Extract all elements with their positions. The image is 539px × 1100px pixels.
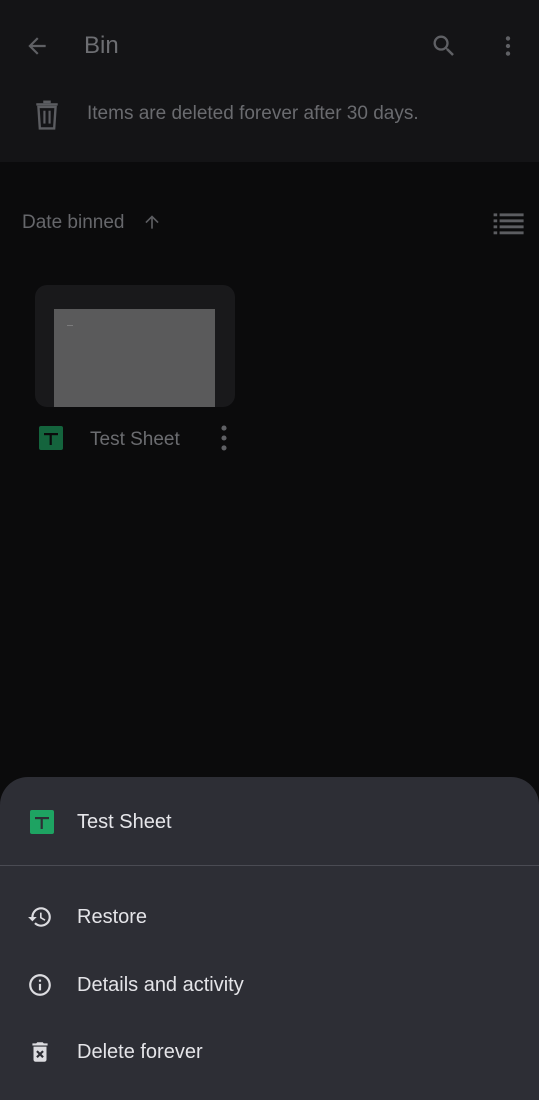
top-app-bar: Bin Items are deleted forever after 30 d… [0,0,539,162]
retention-notice: Items are deleted forever after 30 days. [0,92,539,140]
thumbnail-preview [54,309,215,407]
sort-row: Date binned [0,200,539,246]
search-icon [433,35,454,56]
arrow-back-icon [28,37,46,55]
file-thumbnail[interactable] [35,285,235,407]
more-vert-icon[interactable] [207,420,241,456]
restore-history-icon [28,907,51,927]
arrow-up-icon[interactable] [142,212,162,232]
toolbar-row: Bin [0,0,539,92]
bottom-sheet: Test Sheet Restore Details and activity … [0,777,539,1100]
details-and-activity-label: Details and activity [77,974,244,996]
app-screen: Bin Items are deleted forever after 30 d… [0,0,539,1100]
file-card[interactable]: Test Sheet [35,285,235,465]
details-and-activity-menu-item[interactable]: Details and activity [0,954,539,1016]
google-sheets-icon [39,426,63,450]
restore-label: Restore [77,906,148,928]
divider [0,865,539,866]
delete-forever-menu-item[interactable]: Delete forever [0,1021,539,1083]
delete-forever-icon [32,1042,48,1062]
google-sheets-icon [30,810,54,834]
sort-by-button[interactable]: Date binned [22,211,124,235]
bottom-sheet-file-name: Test Sheet [77,811,172,833]
restore-menu-item[interactable]: Restore [0,886,539,948]
more-vert-icon [505,36,511,56]
trash-icon [36,100,58,130]
list-view-icon[interactable] [490,208,526,238]
bottom-sheet-header: Test Sheet [0,777,539,865]
back-button[interactable] [13,22,61,70]
file-name: Test Sheet [90,429,180,450]
delete-forever-label: Delete forever [77,1041,203,1063]
notice-text: Items are deleted forever after 30 days. [87,103,419,124]
info-icon [29,974,51,996]
page-title: Bin [84,32,119,59]
search-button[interactable] [420,22,468,70]
thumbnail-mark [67,325,73,326]
more-options-button[interactable] [484,22,532,70]
